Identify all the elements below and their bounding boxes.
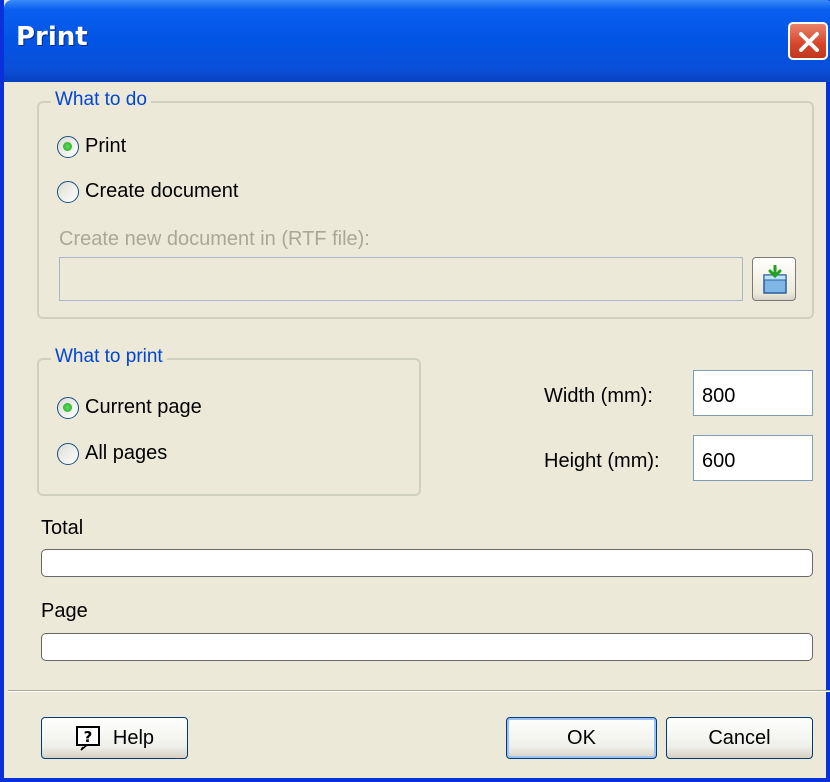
width-field[interactable] xyxy=(693,370,813,416)
what-to-print-group: What to print xyxy=(37,346,421,496)
rtf-file-label: Create new document in (RTF file): xyxy=(59,228,370,250)
page-progress-bar xyxy=(41,633,813,661)
radio-create-document[interactable]: Create document xyxy=(57,180,238,203)
folder-download-icon xyxy=(763,265,787,294)
width-input[interactable] xyxy=(694,371,812,415)
total-label: Total xyxy=(41,517,84,539)
radio-create-document-label: Create document xyxy=(85,180,239,202)
height-field[interactable] xyxy=(693,435,813,481)
what-to-print-title: What to print xyxy=(51,346,167,368)
help-button[interactable]: ? Help xyxy=(41,717,188,759)
radio-all-pages-label: All pages xyxy=(85,442,168,464)
what-to-do-title: What to do xyxy=(51,89,151,111)
help-icon: ? xyxy=(75,726,100,751)
total-progress-bar xyxy=(41,549,813,577)
radio-current-page[interactable]: Current page xyxy=(57,396,202,419)
help-button-label: Help xyxy=(112,726,155,749)
radio-current-page-indicator[interactable] xyxy=(57,396,79,419)
radio-current-page-label: Current page xyxy=(85,396,202,418)
cancel-button[interactable]: Cancel xyxy=(666,717,813,759)
radio-print[interactable]: Print xyxy=(57,135,126,158)
height-label: Height (mm): xyxy=(544,450,660,472)
rtf-file-input[interactable] xyxy=(60,258,742,300)
radio-all-pages[interactable]: All pages xyxy=(57,442,167,465)
separator xyxy=(8,690,830,692)
radio-all-pages-indicator[interactable] xyxy=(57,442,79,465)
radio-print-label: Print xyxy=(85,135,127,157)
print-dialog: Print What to do Print Create document C… xyxy=(0,0,830,782)
ok-button[interactable]: OK xyxy=(506,717,657,759)
svg-text:?: ? xyxy=(84,728,93,746)
close-button[interactable] xyxy=(788,22,828,60)
page-label: Page xyxy=(41,600,88,622)
browse-button[interactable] xyxy=(752,257,796,301)
close-icon xyxy=(799,32,819,52)
ok-button-label: OK xyxy=(567,726,596,749)
rtf-file-field[interactable] xyxy=(59,257,743,301)
title-bar[interactable]: Print xyxy=(4,0,830,82)
radio-print-indicator[interactable] xyxy=(57,135,79,158)
dialog-title: Print xyxy=(16,22,88,52)
radio-create-document-indicator[interactable] xyxy=(57,180,79,203)
height-input[interactable] xyxy=(694,436,812,480)
cancel-button-label: Cancel xyxy=(708,726,771,749)
width-label: Width (mm): xyxy=(544,385,653,407)
